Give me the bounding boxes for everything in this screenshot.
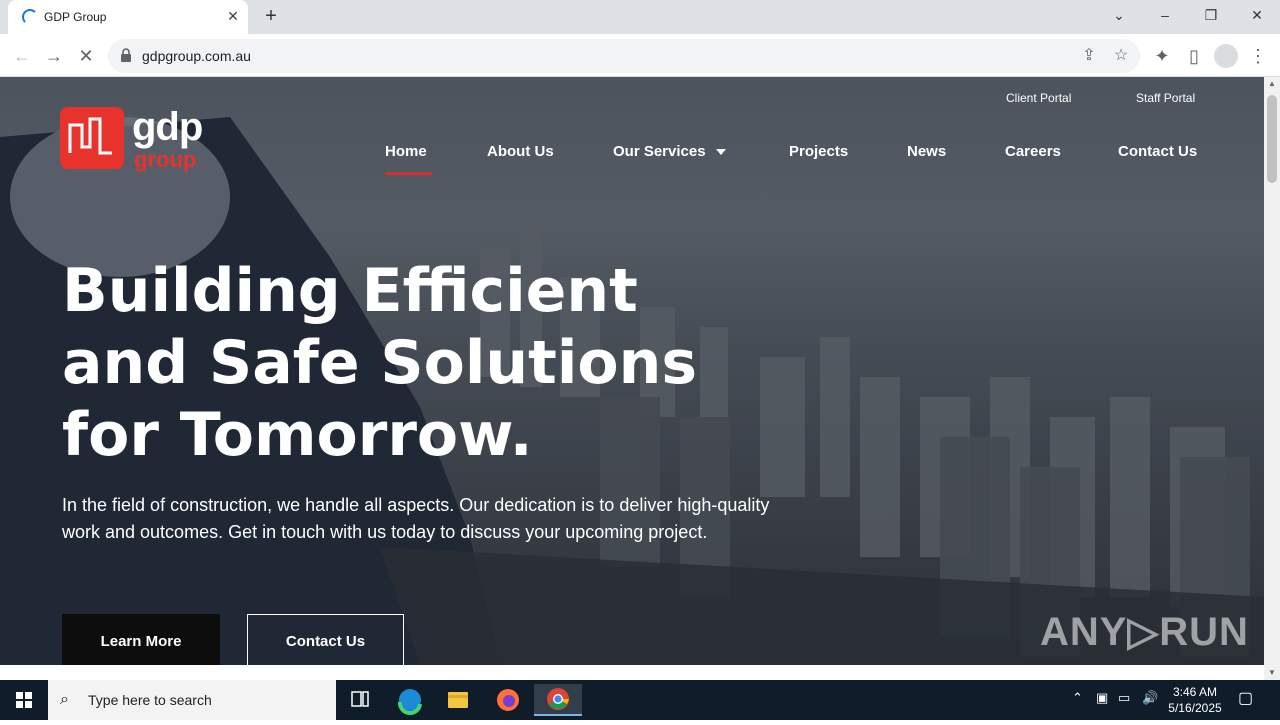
client-portal-link[interactable]: Client Portal: [1006, 91, 1071, 105]
tab-search-icon[interactable]: ⌄: [1096, 0, 1142, 30]
nav-contact-us[interactable]: Contact Us: [1118, 143, 1197, 160]
minimize-icon[interactable]: –: [1142, 0, 1188, 30]
logo-mark-icon: [60, 107, 124, 169]
nav-our-services[interactable]: Our Services: [613, 143, 726, 160]
staff-portal-link[interactable]: Staff Portal: [1136, 91, 1195, 105]
nav-about-us[interactable]: About Us: [487, 143, 554, 160]
anyrun-watermark: ANY▷RUN: [1040, 610, 1249, 654]
browser-toolbar: ← → ✕ gdpgroup.com.au ⇪ ☆ ✦ ▯ ⋮: [0, 34, 1280, 77]
hero-subtext: In the field of construction, we handle …: [62, 495, 770, 542]
lock-icon: [121, 48, 131, 62]
clock-time: 3:46 AM: [1172, 685, 1218, 699]
taskbar-clock[interactable]: 3:46 AM 5/16/2025: [1160, 684, 1230, 716]
tab-title: GDP Group: [44, 10, 107, 24]
edge-browser-icon[interactable]: [386, 684, 434, 716]
file-explorer-icon[interactable]: [434, 684, 482, 716]
nav-home[interactable]: Home: [385, 143, 427, 160]
active-nav-indicator: [385, 172, 432, 175]
caret-down-icon: [715, 149, 726, 156]
scroll-down-icon[interactable]: ▼: [1264, 666, 1280, 680]
nav-our-services-label: Our Services: [613, 143, 706, 160]
profile-avatar[interactable]: [1214, 44, 1238, 68]
clock-date: 5/16/2025: [1168, 701, 1222, 715]
search-icon: ⌕: [60, 691, 69, 708]
address-bar[interactable]: gdpgroup.com.au ⇪ ☆: [108, 39, 1140, 73]
nav-projects[interactable]: Projects: [789, 143, 848, 160]
tab-strip: GDP Group ✕ + ⌄ – ❐ ✕: [0, 0, 1280, 34]
loading-spinner-icon: [22, 9, 38, 25]
url-text: gdpgroup.com.au: [142, 48, 251, 64]
learn-more-button[interactable]: Learn More: [62, 614, 220, 665]
gdp-logo[interactable]: gdp group: [60, 105, 220, 177]
logo-subtext: group: [134, 147, 197, 172]
tray-chevron-icon[interactable]: ⌃: [1072, 690, 1083, 706]
nav-news[interactable]: News: [907, 143, 946, 160]
scroll-up-icon[interactable]: ▲: [1264, 77, 1280, 91]
back-icon[interactable]: ←: [10, 44, 34, 68]
new-tab-icon[interactable]: +: [260, 6, 282, 28]
notifications-icon[interactable]: ▢: [1238, 688, 1253, 708]
page-scrollbar[interactable]: ▲ ▼: [1264, 77, 1280, 680]
headline-line-3: for Tomorrow.: [62, 400, 533, 470]
nav-careers[interactable]: Careers: [1005, 143, 1061, 160]
menu-icon[interactable]: ⋮: [1246, 44, 1270, 68]
task-view-icon[interactable]: [336, 684, 384, 716]
extensions-icon[interactable]: ✦: [1150, 44, 1174, 68]
share-icon[interactable]: ⇪: [1078, 45, 1100, 67]
headline-line-1: Building Efficient: [62, 256, 638, 326]
bookmark-star-icon[interactable]: ☆: [1110, 45, 1132, 67]
hero-headline: Building Efficient and Safe Solutions fo…: [62, 255, 762, 471]
scroll-thumb[interactable]: [1267, 95, 1277, 183]
search-placeholder: Type here to search: [88, 692, 212, 708]
web-page: gdp group Client Portal Staff Portal Hom…: [0, 77, 1264, 665]
side-panel-icon[interactable]: ▯: [1182, 44, 1206, 68]
tab-close-icon[interactable]: ✕: [224, 7, 242, 25]
headline-line-2: and Safe Solutions: [62, 328, 698, 398]
chrome-icon[interactable]: [534, 684, 582, 716]
volume-icon[interactable]: 🔊: [1142, 690, 1158, 706]
windows-start-icon[interactable]: [0, 680, 48, 720]
restore-icon[interactable]: ❐: [1188, 0, 1234, 30]
firefox-icon[interactable]: [484, 684, 532, 716]
taskbar-search-box[interactable]: ⌕ Type here to search: [48, 680, 336, 720]
tray-device-icon[interactable]: ▣: [1096, 690, 1108, 706]
stop-icon[interactable]: ✕: [74, 44, 98, 68]
contact-us-button[interactable]: Contact Us: [247, 614, 404, 665]
forward-icon[interactable]: →: [42, 44, 66, 68]
windows-taskbar: ⌕ Type here to search ⌃ ▣ ▭ 🔊 3:46 AM 5/…: [0, 680, 1280, 720]
browser-tab[interactable]: GDP Group ✕: [8, 0, 248, 34]
network-icon[interactable]: ▭: [1118, 690, 1130, 706]
window-close-icon[interactable]: ✕: [1234, 0, 1280, 30]
logo-text: gdp: [132, 105, 203, 149]
